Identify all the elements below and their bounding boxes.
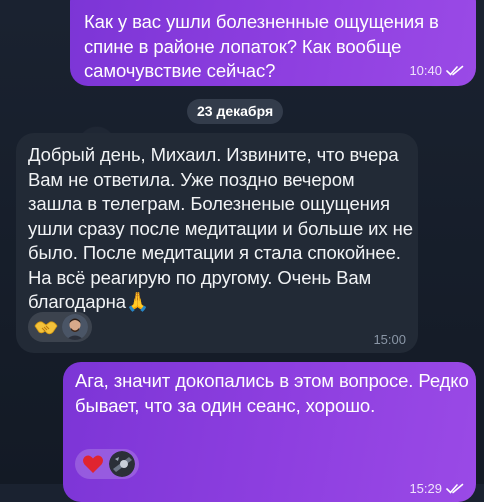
handshake-emoji[interactable]: [34, 315, 58, 339]
double-check-icon: [446, 65, 464, 76]
message-text: Добрый день, Михаил. Извините, что вчера…: [28, 144, 413, 312]
chat-area: Как у вас ушли болезненные ощущения в сп…: [0, 0, 484, 502]
outgoing-message[interactable]: Ага, значит докопались в этом вопросе. Р…: [63, 362, 476, 502]
message-meta: 10:40: [409, 63, 464, 78]
message-text: Как у вас ушли болезненные ощущения в сп…: [84, 11, 439, 81]
reactor-avatar[interactable]: [62, 314, 88, 340]
outgoing-message[interactable]: Как у вас ушли болезненные ощущения в сп…: [70, 0, 476, 86]
reactor-avatar[interactable]: [109, 451, 135, 477]
message-time: 15:29: [409, 481, 442, 496]
message-time: 15:00: [373, 332, 406, 347]
message-meta: 15:29: [409, 481, 464, 496]
double-check-icon: [446, 483, 464, 494]
heart-emoji[interactable]: [81, 452, 105, 476]
reactions-bar[interactable]: [28, 312, 92, 342]
message-time: 10:40: [409, 63, 442, 78]
date-separator: 23 декабря: [187, 99, 284, 124]
reactions-bar[interactable]: [75, 449, 139, 479]
message-text: Ага, значит докопались в этом вопросе. Р…: [75, 370, 469, 416]
message-meta: 15:00: [373, 332, 406, 347]
